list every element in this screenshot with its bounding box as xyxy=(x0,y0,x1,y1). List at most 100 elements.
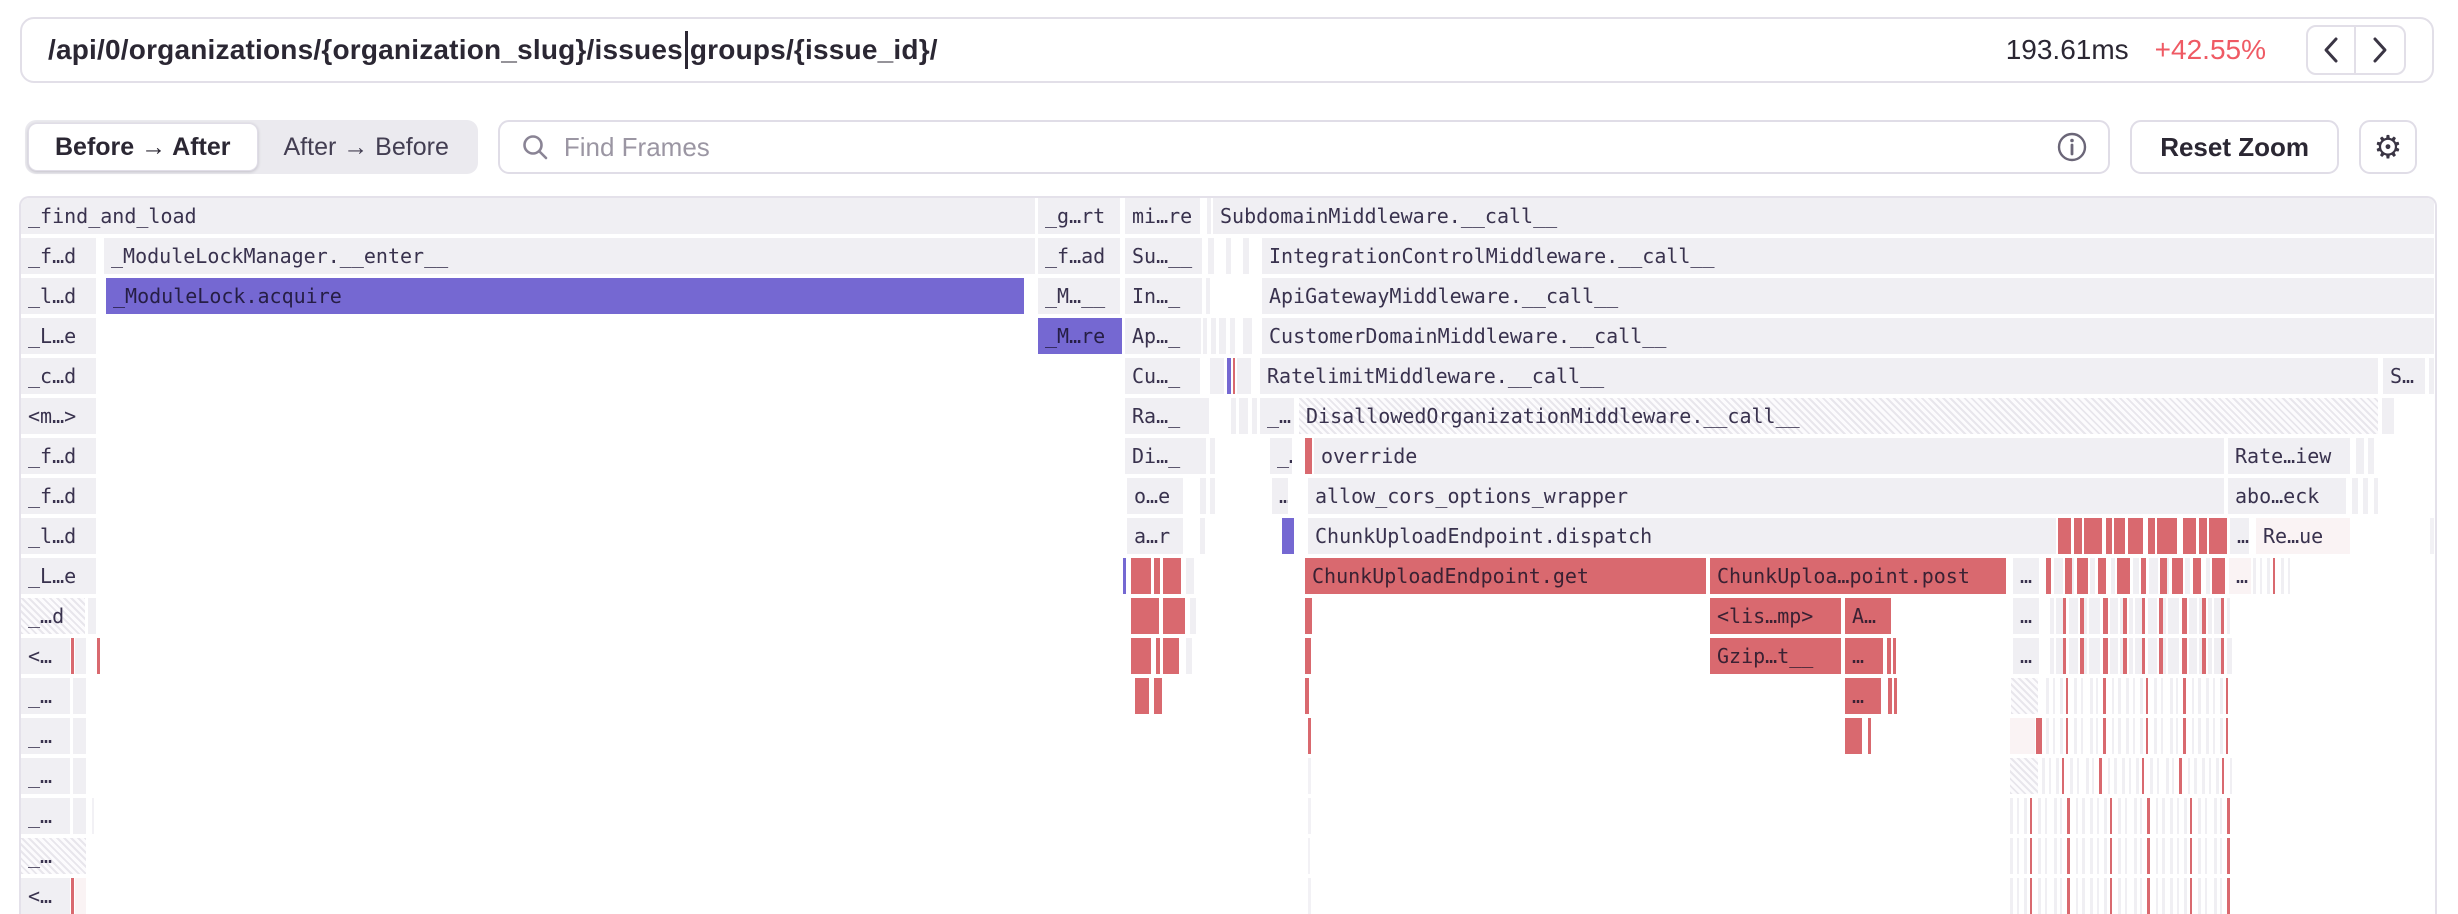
flame-frame[interactable] xyxy=(2288,558,2290,594)
flame-frame[interactable] xyxy=(2221,638,2224,674)
flame-frame[interactable] xyxy=(2148,518,2155,554)
info-icon[interactable] xyxy=(2056,131,2088,163)
flame-frame[interactable] xyxy=(2142,638,2145,674)
flame-frame[interactable]: _g…rt xyxy=(1038,198,1120,234)
flame-frame[interactable] xyxy=(2166,758,2169,794)
flame-frame[interactable] xyxy=(1233,358,1235,394)
flame-frame[interactable]: _f…ad xyxy=(1038,238,1120,274)
flame-frame[interactable] xyxy=(2220,678,2223,714)
flame-frame[interactable] xyxy=(92,798,94,834)
flame-frame[interactable] xyxy=(2188,758,2190,794)
flame-frame[interactable] xyxy=(2146,718,2148,754)
flame-frame[interactable] xyxy=(2214,838,2217,874)
flame-frame[interactable] xyxy=(1308,718,1311,754)
flame-frame[interactable]: _L…e xyxy=(21,558,96,594)
flame-frame[interactable] xyxy=(1210,358,1224,394)
flame-frame[interactable]: … xyxy=(1845,678,1881,714)
flame-frame[interactable] xyxy=(75,638,86,674)
flame-frame[interactable] xyxy=(2045,878,2047,914)
flame-frame[interactable] xyxy=(2122,758,2125,794)
flame-frame[interactable]: override xyxy=(1314,438,2224,474)
flame-frame[interactable] xyxy=(2110,638,2118,674)
flame-frame[interactable] xyxy=(2205,878,2207,914)
flame-frame[interactable] xyxy=(2183,678,2186,714)
flame-frame[interactable] xyxy=(2074,518,2082,554)
settings-button[interactable]: ⚙ xyxy=(2359,120,2417,174)
flame-frame[interactable] xyxy=(71,638,74,674)
flame-frame[interactable] xyxy=(2192,678,2194,714)
flame-frame[interactable]: … xyxy=(1272,478,1288,514)
flame-frame[interactable] xyxy=(2198,798,2201,834)
flame-frame[interactable] xyxy=(1252,398,1257,434)
flame-frame[interactable]: ChunkUploadEndpoint.dispatch xyxy=(1308,518,2056,554)
flame-frame[interactable] xyxy=(2135,598,2142,634)
flame-frame[interactable]: CustomerDomainMiddleware.__call__ xyxy=(1262,318,2434,354)
flame-frame[interactable] xyxy=(2110,598,2118,634)
flame-frame[interactable] xyxy=(1203,318,1207,354)
flame-frame[interactable] xyxy=(2090,558,2095,594)
flame-frame[interactable] xyxy=(2209,518,2227,554)
flame-frame[interactable] xyxy=(2221,598,2224,634)
flame-frame[interactable] xyxy=(2227,638,2232,674)
flame-frame[interactable] xyxy=(2010,718,2035,754)
flame-frame[interactable] xyxy=(2076,878,2078,914)
flame-frame[interactable] xyxy=(2183,518,2196,554)
flame-frame[interactable] xyxy=(2074,678,2077,714)
flame-frame[interactable] xyxy=(2226,718,2228,754)
flame-frame[interactable] xyxy=(2198,838,2201,874)
flame-frame[interactable] xyxy=(2227,838,2230,874)
flame-frame[interactable] xyxy=(2076,798,2078,834)
flame-frame[interactable] xyxy=(2077,758,2079,794)
flame-frame[interactable]: … xyxy=(2013,598,2039,634)
flame-frame[interactable] xyxy=(2125,798,2127,834)
flame-frame[interactable] xyxy=(2118,678,2121,714)
flame-frame[interactable] xyxy=(1305,438,1312,474)
flame-frame[interactable] xyxy=(2161,718,2163,754)
flame-frame[interactable] xyxy=(2206,718,2209,754)
flame-frame[interactable]: Ap…_ xyxy=(1125,318,1200,354)
flame-frame[interactable] xyxy=(2103,678,2106,714)
flame-frame[interactable] xyxy=(2099,758,2102,794)
flame-frame[interactable] xyxy=(1207,198,1211,234)
flame-frame[interactable] xyxy=(2176,678,2178,714)
flame-frame[interactable] xyxy=(2212,558,2225,594)
flame-frame[interactable] xyxy=(2098,558,2106,594)
flame-frame[interactable] xyxy=(2190,838,2192,874)
flame-frame[interactable] xyxy=(2430,518,2434,554)
flame-frame[interactable] xyxy=(2172,758,2174,794)
flame-frame[interactable] xyxy=(2214,878,2217,914)
flame-frame[interactable]: _f…d xyxy=(21,438,96,474)
flame-frame[interactable]: Su…__ xyxy=(1125,238,1200,274)
flame-frame[interactable] xyxy=(2156,798,2158,834)
flame-frame[interactable] xyxy=(1197,398,1209,434)
flame-frame[interactable] xyxy=(2142,758,2144,794)
flame-frame[interactable] xyxy=(2096,718,2098,754)
flame-frame[interactable] xyxy=(2070,758,2073,794)
flame-frame[interactable] xyxy=(2177,798,2179,834)
flame-frame[interactable] xyxy=(2147,878,2150,914)
flame-frame[interactable]: Re…ue xyxy=(2256,518,2350,554)
flame-frame[interactable] xyxy=(1206,278,1210,314)
flame-frame[interactable] xyxy=(2356,438,2364,474)
reset-zoom-button[interactable]: Reset Zoom xyxy=(2130,120,2339,174)
flame-frame[interactable] xyxy=(2134,798,2137,834)
flame-frame[interactable] xyxy=(2133,718,2135,754)
flame-frame[interactable] xyxy=(97,638,100,674)
flame-frame[interactable] xyxy=(2142,598,2145,634)
flame-frame[interactable] xyxy=(2118,798,2121,834)
flame-frame[interactable] xyxy=(2042,758,2045,794)
flame-frame[interactable] xyxy=(2230,758,2232,794)
flame-frame[interactable] xyxy=(2147,838,2150,874)
flame-frame[interactable]: ApiGatewayMiddleware.__call__ xyxy=(1262,278,2434,314)
flame-frame[interactable] xyxy=(1230,318,1235,354)
flame-frame[interactable] xyxy=(2046,718,2049,754)
flame-frame[interactable] xyxy=(2202,598,2206,634)
flame-frame[interactable]: _…d xyxy=(21,598,85,634)
flame-frame[interactable] xyxy=(2067,838,2070,874)
flame-frame[interactable] xyxy=(1227,358,1231,394)
flame-frame[interactable] xyxy=(2114,758,2117,794)
flame-frame[interactable]: S… xyxy=(2383,358,2425,394)
flame-frame[interactable] xyxy=(1163,558,1181,594)
flame-frame[interactable] xyxy=(2162,878,2165,914)
flame-frame[interactable]: _l…d xyxy=(21,278,96,314)
